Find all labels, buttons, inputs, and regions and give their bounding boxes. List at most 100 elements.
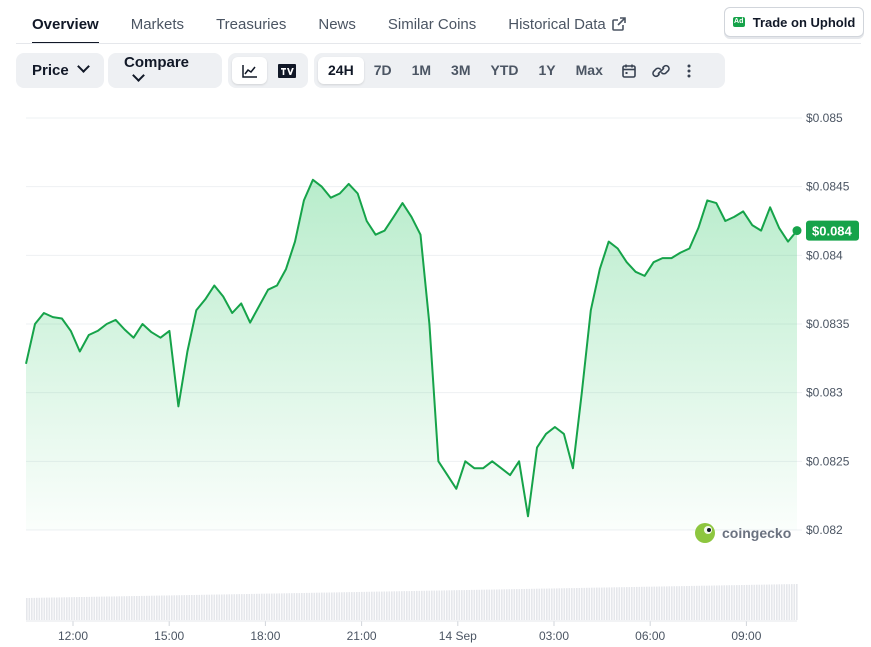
x-tick-label: 21:00 (347, 629, 377, 643)
volume-bar (143, 595, 146, 620)
y-tick-label: $0.085 (806, 111, 843, 125)
volume-bar (186, 595, 188, 620)
volume-bar (518, 589, 521, 620)
coingecko-logo-pupil (707, 528, 711, 532)
volume-bar (318, 592, 321, 620)
volume-bar (411, 591, 413, 620)
volume-bar (36, 597, 38, 620)
volume-bar (173, 595, 176, 620)
volume-bar (566, 588, 568, 620)
volume-bar (203, 594, 206, 620)
volume-bar (223, 594, 226, 620)
volume-bar (156, 595, 158, 620)
volume-bar (421, 590, 423, 620)
volume-bar (598, 587, 601, 620)
volume-bar (413, 591, 416, 620)
volume-bar (446, 590, 448, 620)
volume-bar (436, 590, 438, 620)
volume-bar (746, 584, 748, 620)
volume-bar (268, 593, 271, 620)
volume-bar (91, 596, 93, 620)
volume-bar (668, 586, 671, 620)
volume-bar (643, 586, 646, 620)
volume-bar (578, 588, 581, 620)
volume-bar (693, 585, 696, 620)
volume-bar (358, 592, 361, 620)
volume-bar (761, 584, 763, 620)
volume-bar (563, 588, 566, 620)
volume-bar (593, 587, 596, 620)
volume-bar (431, 590, 433, 620)
volume-bar (193, 595, 196, 620)
volume-bar (46, 597, 48, 620)
volume-bar (191, 595, 193, 620)
volume-bar (741, 585, 743, 620)
volume-bar (573, 588, 576, 620)
volume-bar (198, 594, 201, 620)
coingecko-logo-icon (695, 523, 715, 543)
volume-bar (398, 591, 401, 620)
volume-bar (216, 594, 218, 620)
volume-bar (751, 584, 753, 620)
volume-bar (108, 596, 111, 620)
volume-bar (516, 589, 518, 620)
volume-bar (418, 590, 421, 620)
volume-bar (426, 590, 428, 620)
volume-bar (711, 585, 713, 620)
volume-bar (723, 585, 726, 620)
volume-bar (653, 586, 656, 620)
volume-bar (591, 587, 593, 620)
volume-bar (791, 584, 793, 620)
volume-bar (691, 585, 693, 620)
volume-bar (638, 586, 641, 620)
volume-bar (243, 594, 246, 620)
volume-bar (438, 590, 441, 620)
volume-bar (601, 587, 603, 620)
volume-bar (788, 584, 791, 620)
volume-bar (796, 584, 798, 620)
volume-bar (581, 587, 583, 620)
volume-bars (26, 584, 798, 620)
volume-bar (731, 585, 733, 620)
volume-bar (183, 595, 186, 620)
volume-bar (408, 591, 411, 620)
volume-bar (528, 588, 531, 620)
volume-bar (363, 591, 366, 620)
volume-bar (208, 594, 211, 620)
volume-bar (231, 594, 233, 620)
volume-bar (736, 585, 738, 620)
volume-bar (463, 590, 466, 620)
volume-bar (533, 588, 536, 620)
x-tick-label: 18:00 (250, 629, 280, 643)
volume-bar (118, 596, 121, 620)
volume-bar (106, 596, 108, 620)
volume-bar (66, 597, 68, 620)
volume-bar (141, 595, 143, 620)
volume-bar (263, 593, 266, 620)
volume-bar (621, 587, 623, 620)
volume-bar (766, 584, 768, 620)
current-price-label: $0.084 (812, 224, 853, 239)
volume-bar (588, 587, 591, 620)
volume-bar (738, 585, 741, 620)
volume-bar (596, 587, 598, 620)
volume-bar (461, 590, 463, 620)
volume-bar (718, 585, 721, 620)
volume-bar (758, 584, 761, 620)
volume-bar (266, 593, 268, 620)
volume-bar (311, 592, 313, 620)
volume-bar (361, 591, 363, 620)
volume-bar (53, 597, 56, 620)
volume-bar (686, 586, 688, 620)
volume-bar (56, 597, 58, 620)
volume-bar (41, 597, 43, 620)
volume-bar (171, 595, 173, 620)
volume-bar (28, 598, 31, 620)
volume-bar (148, 595, 151, 620)
volume-bar (336, 592, 338, 620)
volume-bar (168, 595, 171, 620)
volume-bar (321, 592, 323, 620)
volume-bar (373, 591, 376, 620)
volume-bar (706, 585, 708, 620)
volume-bar (226, 594, 228, 620)
